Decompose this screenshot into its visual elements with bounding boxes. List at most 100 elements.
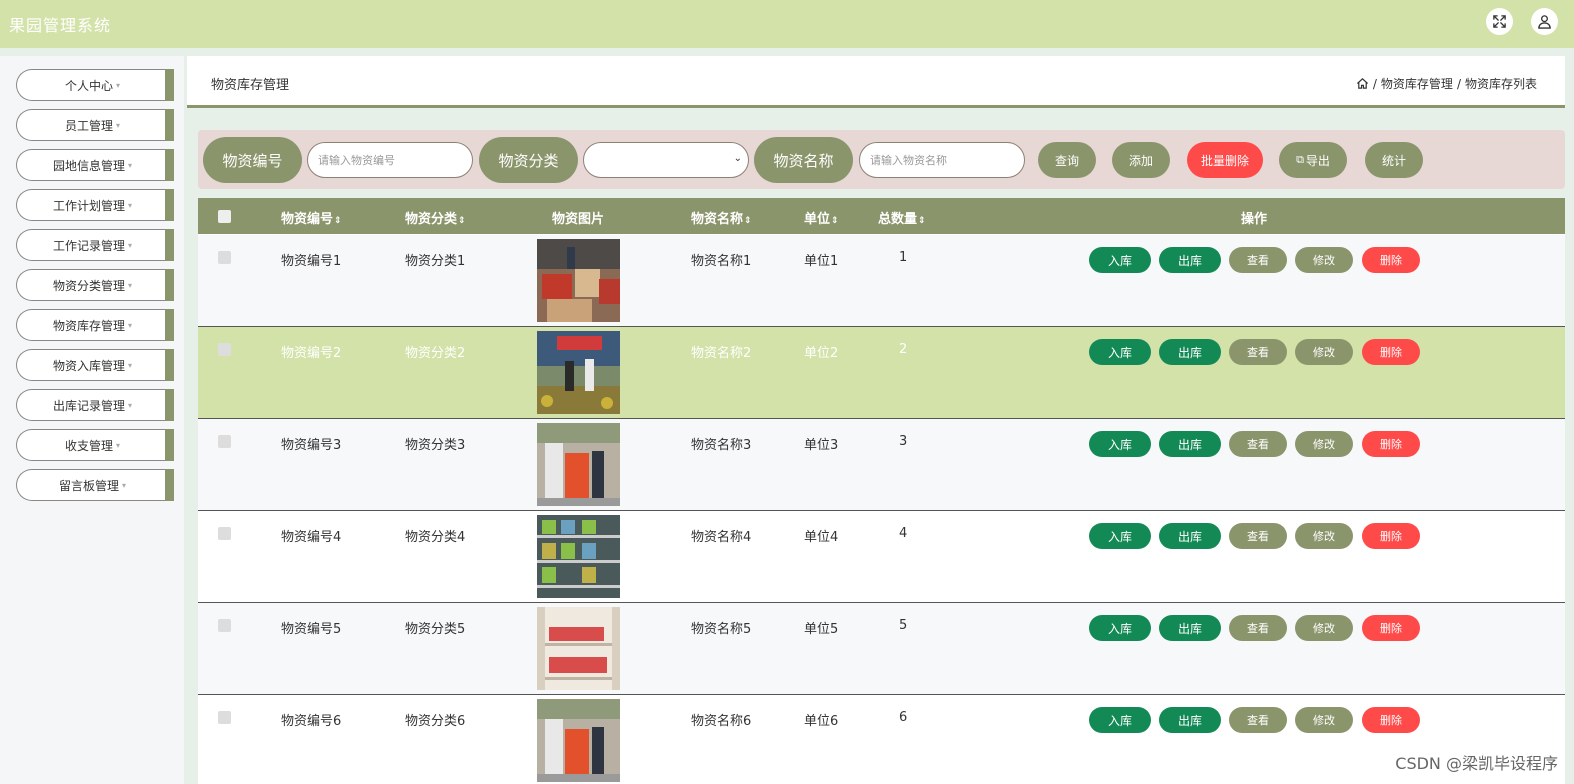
column-header-name[interactable]: 物资名称⇕ <box>691 208 752 227</box>
edit-button[interactable]: 修改 <box>1295 707 1353 733</box>
stock-out-button[interactable]: 出库 <box>1159 523 1221 549</box>
view-button[interactable]: 查看 <box>1229 707 1287 733</box>
select-all-checkbox[interactable] <box>218 210 231 223</box>
column-header-total[interactable]: 总数量⇕ <box>878 208 926 227</box>
cell-code: 物资编号4 <box>281 530 342 545</box>
view-button[interactable]: 查看 <box>1229 339 1287 365</box>
sidebar-item-staff[interactable]: 员工管理 ▾ <box>16 109 174 141</box>
table-row: 物资编号4 物资分类4 物资名称4 单位4 4 入库 出库 查看 修改 删除 <box>198 511 1565 603</box>
sidebar-item-label: 物资入库管理 <box>52 358 125 373</box>
category-select[interactable]: ⌄ <box>583 142 749 178</box>
cell-code: 物资编号6 <box>281 714 342 729</box>
delete-button[interactable]: 删除 <box>1362 339 1420 365</box>
sidebar-item-work-plan[interactable]: 工作计划管理 ▾ <box>16 189 174 221</box>
cell-unit: 单位4 <box>804 530 839 545</box>
column-header-unit[interactable]: 单位⇕ <box>804 208 839 227</box>
sidebar-item-label: 员工管理 <box>64 118 113 133</box>
cell-name: 物资名称3 <box>691 438 752 453</box>
cell-category: 物资分类6 <box>405 714 466 729</box>
cell-name: 物资名称4 <box>691 530 752 545</box>
view-button[interactable]: 查看 <box>1229 615 1287 641</box>
edit-button[interactable]: 修改 <box>1295 247 1353 273</box>
stock-in-button[interactable]: 入库 <box>1089 523 1151 549</box>
breadcrumb: / 物资库存管理 / 物资库存列表 <box>1356 75 1537 92</box>
stock-out-button[interactable]: 出库 <box>1159 615 1221 641</box>
cell-unit: 单位1 <box>804 254 839 269</box>
chevron-down-icon: ▾ <box>116 440 121 450</box>
edit-button[interactable]: 修改 <box>1295 523 1353 549</box>
stock-in-button[interactable]: 入库 <box>1089 431 1151 457</box>
cell-unit: 单位2 <box>804 346 839 361</box>
stock-out-button[interactable]: 出库 <box>1159 247 1221 273</box>
column-label: 单位 <box>804 212 831 227</box>
edit-button[interactable]: 修改 <box>1295 615 1353 641</box>
home-icon[interactable] <box>1356 77 1369 90</box>
stock-table: 物资编号⇕ 物资分类⇕ 物资图片 物资名称⇕ 单位⇕ 总数量⇕ 操作 物资编号1… <box>198 198 1565 784</box>
code-search-input[interactable] <box>307 142 473 178</box>
edit-button[interactable]: 修改 <box>1295 431 1353 457</box>
chevron-down-icon: ▾ <box>128 360 133 370</box>
column-label: 总数量 <box>878 212 918 227</box>
table-row: 物资编号2 物资分类2 物资名称2 单位2 2 入库 出库 查看 修改 删除 <box>198 327 1565 419</box>
cell-category: 物资分类4 <box>405 530 466 545</box>
chevron-down-icon: ▾ <box>128 240 133 250</box>
sidebar-item-material-category[interactable]: 物资分类管理 ▾ <box>16 269 174 301</box>
table-row: 物资编号6 物资分类6 物资名称6 单位6 6 入库 出库 查看 修改 删除 <box>198 695 1565 784</box>
stock-in-button[interactable]: 入库 <box>1089 247 1151 273</box>
fullscreen-icon[interactable] <box>1486 8 1513 35</box>
sidebar-item-label: 收支管理 <box>64 438 113 453</box>
batch-delete-button[interactable]: 批量删除 <box>1187 142 1263 178</box>
row-checkbox[interactable] <box>218 435 231 448</box>
column-header-category[interactable]: 物资分类⇕ <box>405 208 466 227</box>
delete-button[interactable]: 删除 <box>1362 247 1420 273</box>
delete-button[interactable]: 删除 <box>1362 523 1420 549</box>
stock-in-button[interactable]: 入库 <box>1089 339 1151 365</box>
view-button[interactable]: 查看 <box>1229 523 1287 549</box>
search-bar: 物资编号 物资分类 ⌄ 物资名称 查询 添加 批量删除 ⧉导出 统计 <box>198 130 1565 189</box>
view-button[interactable]: 查看 <box>1229 431 1287 457</box>
sidebar-item-message-board[interactable]: 留言板管理 ▾ <box>16 469 174 501</box>
cell-category: 物资分类2 <box>405 346 466 361</box>
column-header-code[interactable]: 物资编号⇕ <box>281 208 342 227</box>
row-checkbox[interactable] <box>218 711 231 724</box>
category-label: 物资分类 <box>479 137 578 183</box>
name-search-input[interactable] <box>859 142 1025 178</box>
sidebar-item-personal[interactable]: 个人中心 ▾ <box>16 69 174 101</box>
code-label: 物资编号 <box>203 137 302 183</box>
sidebar-item-land[interactable]: 园地信息管理 ▾ <box>16 149 174 181</box>
breadcrumb-item[interactable]: 物资库存管理 <box>1381 75 1453 92</box>
stats-button[interactable]: 统计 <box>1365 142 1423 178</box>
stock-out-button[interactable]: 出库 <box>1159 339 1221 365</box>
export-button[interactable]: ⧉ 导出 <box>1279 142 1347 178</box>
row-checkbox[interactable] <box>218 619 231 632</box>
row-checkbox[interactable] <box>218 527 231 540</box>
stock-out-button[interactable]: 出库 <box>1159 707 1221 733</box>
cell-total: 5 <box>899 618 908 633</box>
sort-icon: ⇕ <box>334 216 342 226</box>
stock-in-button[interactable]: 入库 <box>1089 707 1151 733</box>
cell-unit: 单位3 <box>804 438 839 453</box>
table-row: 物资编号5 物资分类5 物资名称5 单位5 5 入库 出库 查看 修改 删除 <box>198 603 1565 695</box>
add-button[interactable]: 添加 <box>1112 142 1170 178</box>
stock-in-button[interactable]: 入库 <box>1089 615 1151 641</box>
delete-button[interactable]: 删除 <box>1362 615 1420 641</box>
cell-unit: 单位6 <box>804 714 839 729</box>
delete-button[interactable]: 删除 <box>1362 431 1420 457</box>
sidebar-item-out-record[interactable]: 出库记录管理 ▾ <box>16 389 174 421</box>
sidebar-item-material-stock[interactable]: 物资库存管理 ▾ <box>16 309 174 341</box>
sidebar-item-work-record[interactable]: 工作记录管理 ▾ <box>16 229 174 261</box>
breadcrumb-item: 物资库存列表 <box>1464 77 1537 91</box>
edit-button[interactable]: 修改 <box>1295 339 1353 365</box>
stock-out-button[interactable]: 出库 <box>1159 431 1221 457</box>
table-row: 物资编号1 物资分类1 物资名称1 单位1 1 入库 出库 查看 修改 删除 <box>198 235 1565 327</box>
user-icon[interactable] <box>1531 8 1558 35</box>
chevron-down-icon: ▾ <box>128 200 133 210</box>
row-checkbox[interactable] <box>218 343 231 356</box>
row-checkbox[interactable] <box>218 251 231 264</box>
delete-button[interactable]: 删除 <box>1362 707 1420 733</box>
sidebar-item-material-in[interactable]: 物资入库管理 ▾ <box>16 349 174 381</box>
view-button[interactable]: 查看 <box>1229 247 1287 273</box>
export-label: 导出 <box>1305 153 1330 168</box>
query-button[interactable]: 查询 <box>1038 142 1096 178</box>
sidebar-item-finance[interactable]: 收支管理 ▾ <box>16 429 174 461</box>
